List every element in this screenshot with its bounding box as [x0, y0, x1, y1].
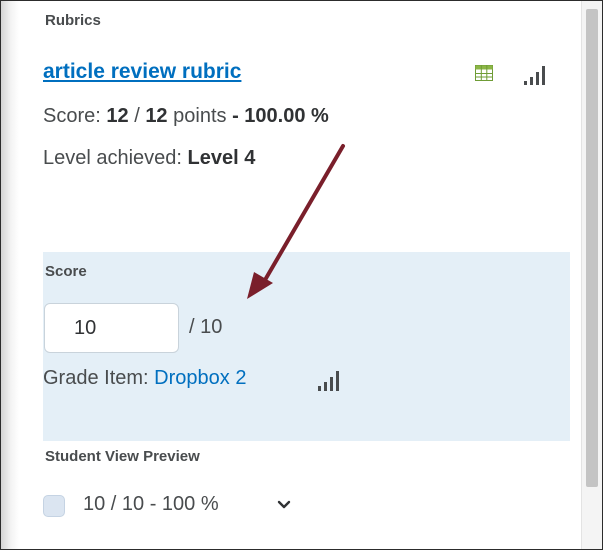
score-total: 12	[145, 105, 168, 127]
level-label: Level achieved:	[43, 147, 182, 169]
grade-item-label: Grade Item:	[43, 367, 149, 389]
score-percent: 100.00 %	[244, 105, 329, 127]
scrollbar[interactable]	[581, 1, 602, 549]
rubric-name-link[interactable]: article review rubric	[43, 60, 241, 84]
grading-panel: Rubrics article review rubric Score: 12 …	[0, 0, 603, 550]
preview-checkbox	[43, 495, 65, 517]
signal-bars-icon[interactable]	[523, 65, 549, 85]
score-out-of: / 10	[189, 316, 223, 338]
rubrics-heading: Rubrics	[45, 12, 101, 29]
score-dash: -	[232, 105, 239, 127]
score-input[interactable]	[44, 303, 179, 353]
signal-bars-icon[interactable]	[317, 370, 343, 391]
left-edge-shadow	[1, 1, 19, 549]
rubric-score-line: Score: 12 / 12 points - 100.00 %	[43, 105, 329, 128]
score-heading: Score	[45, 263, 87, 280]
preview-value: 10 / 10 - 100 %	[83, 493, 219, 515]
grade-item-line: Grade Item: Dropbox 2	[43, 367, 246, 390]
student-view-preview-heading: Student View Preview	[45, 448, 200, 465]
score-label: Score:	[43, 105, 101, 127]
chevron-down-icon[interactable]	[276, 497, 292, 513]
scrollbar-thumb[interactable]	[586, 9, 598, 487]
level-achieved-line: Level achieved: Level 4	[43, 147, 255, 170]
level-value: Level 4	[187, 147, 256, 169]
score-earned: 12	[106, 105, 129, 127]
rubric-grid-icon[interactable]	[475, 65, 493, 81]
grade-item-link[interactable]: Dropbox 2	[154, 367, 246, 389]
score-separator: /	[134, 105, 140, 127]
score-unit: points	[173, 105, 227, 127]
